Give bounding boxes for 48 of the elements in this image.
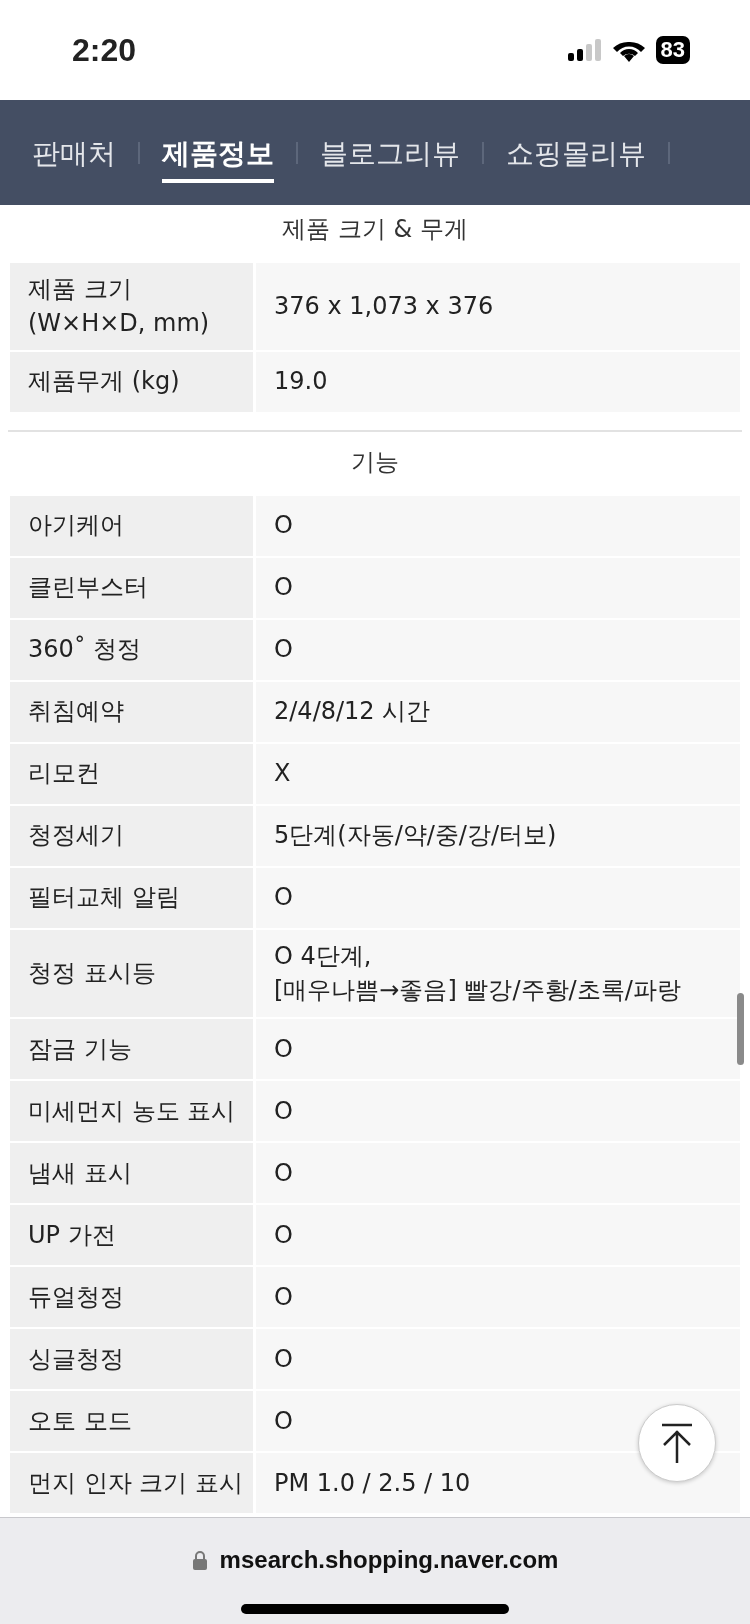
value-cell: X <box>256 744 740 805</box>
value-cell: O <box>256 1143 740 1204</box>
scrollbar <box>737 993 744 1065</box>
label-cell: 필터교체 알림 <box>10 868 253 929</box>
value-cell: O <box>256 1205 740 1266</box>
value-cell: O <box>256 496 740 557</box>
value-cell: O <box>256 1019 740 1080</box>
tab[interactable]: 쇼핑몰리뷰 <box>506 122 646 183</box>
label-cell: 잠금 기능 <box>10 1019 253 1080</box>
label-cell: 클린부스터 <box>10 558 253 619</box>
label-cell: UP 가전 <box>10 1205 253 1266</box>
value-cell: 5단계(자동/약/중/강/터보) <box>256 806 740 867</box>
tab[interactable]: 제품정보 <box>162 122 274 183</box>
value-cell: O <box>256 868 740 929</box>
value-cell: 2/4/8/12 시간 <box>256 682 740 743</box>
label-cell: 청정 표시등 <box>10 930 253 1018</box>
value-cell: O <box>256 620 740 681</box>
section-title: 제품 크기 & 무게 <box>281 214 469 245</box>
value-cell: PM 1.0 / 2.5 / 10 <box>256 1453 740 1514</box>
label-cell: 미세먼지 농도 표시 <box>10 1081 253 1142</box>
url-text[interactable]: msearch.shopping.naver.com <box>219 1546 559 1574</box>
battery-level: 83 <box>655 36 690 64</box>
label-cell: 냄새 표시 <box>10 1143 253 1204</box>
label-cell: 싱글청정 <box>10 1329 253 1390</box>
lock-icon <box>191 1550 208 1570</box>
value-cell: O <box>256 1329 740 1390</box>
signal-icon <box>567 39 602 61</box>
label-cell: 제품 크기 (W×H×D, mm) <box>10 263 253 351</box>
label-cell: 오토 모드 <box>10 1391 253 1452</box>
value-cell: O 4단계, [매우나쁨→좋음] 빨강/주황/초록/파랑 <box>256 930 740 1018</box>
label-cell: 360˚ 청정 <box>10 620 253 681</box>
label-cell: 먼지 인자 크기 표시 <box>10 1453 253 1514</box>
tab[interactable]: 판매처 <box>32 122 116 183</box>
value-cell: O <box>256 1267 740 1328</box>
value-cell: O <box>256 558 740 619</box>
status-time: 2:20 <box>72 31 137 69</box>
label-cell: 리모컨 <box>10 744 253 805</box>
value-cell: O <box>256 1081 740 1142</box>
label-cell: 듀얼청정 <box>10 1267 253 1328</box>
value-cell: 19.0 <box>256 352 740 413</box>
value-cell: 376 x 1,073 x 376 <box>256 263 740 351</box>
label-cell: 제품무게 (kg) <box>10 352 253 413</box>
section-title: 기능 <box>350 447 400 479</box>
arrow-up-icon <box>660 1423 694 1463</box>
tab[interactable]: 블로그리뷰 <box>320 122 460 183</box>
label-cell: 아기케어 <box>10 496 253 557</box>
label-cell: 취침예약 <box>10 682 253 743</box>
label-cell: 청정세기 <box>10 806 253 867</box>
